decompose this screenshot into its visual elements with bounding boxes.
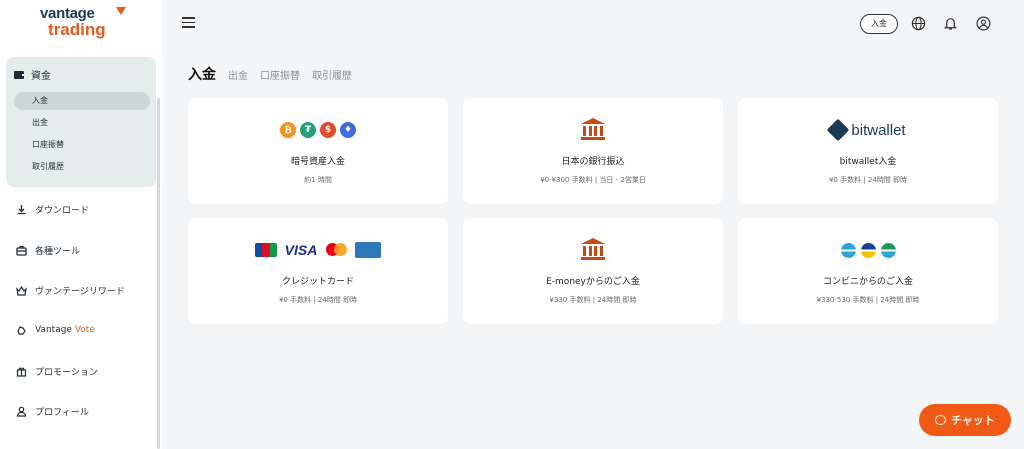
usd-coin-icon: $ bbox=[320, 122, 336, 138]
vote-label-b: Vote bbox=[74, 325, 95, 335]
sidebar-item-profile[interactable]: プロフィール bbox=[16, 403, 89, 419]
konbini-store-icon bbox=[840, 242, 856, 258]
user-icon bbox=[16, 406, 27, 417]
konbini-icons bbox=[738, 240, 998, 260]
tab-withdraw[interactable]: 出金 bbox=[228, 67, 248, 82]
sidebar-item-promotion[interactable]: プロモーション bbox=[16, 363, 98, 379]
sidebar-item-history[interactable]: 取引履歴 bbox=[14, 158, 150, 176]
card-konbini-deposit[interactable]: コンビニからのご入金 ¥330-530 手数料 | 24時間 即時 bbox=[738, 218, 998, 324]
hamburger-line bbox=[182, 26, 195, 28]
sidebar-item-tools[interactable]: 各種ツール bbox=[16, 242, 80, 258]
sidebar-item-label: プロモーション bbox=[35, 367, 98, 378]
card-title: bitwallet入金 bbox=[839, 157, 897, 167]
visa-logo: VISA bbox=[284, 242, 318, 258]
card-info: ¥330 手数料 | 24時間 即時 bbox=[549, 296, 637, 304]
sidebar-item-label: 各種ツール bbox=[35, 246, 81, 257]
bitwallet-logo-wrap: bitwallet bbox=[738, 118, 998, 142]
bitwallet-logo: bitwallet bbox=[827, 118, 906, 142]
crypto-icons: ₿ ₮ $ ♦ bbox=[188, 120, 448, 140]
credit-card-logos: VISA bbox=[188, 240, 448, 260]
sidebar-item-vantage-vote[interactable]: Vantage Vote bbox=[16, 322, 95, 338]
logo-triangle-icon bbox=[116, 7, 126, 15]
card-info: ¥0-¥300 手数料 | 当日 - 2営業日 bbox=[540, 176, 646, 184]
bank-icon bbox=[581, 238, 605, 260]
bank-icon bbox=[581, 118, 605, 140]
vote-icon bbox=[17, 325, 26, 335]
gift-icon bbox=[16, 367, 27, 377]
sidebar-item-transfer[interactable]: 口座振替 bbox=[14, 136, 150, 154]
tab-history[interactable]: 取引履歴 bbox=[312, 67, 352, 82]
konbini-store-icon bbox=[880, 242, 896, 258]
mastercard-logo-icon bbox=[325, 243, 349, 257]
bell-icon[interactable] bbox=[943, 16, 958, 31]
card-credit-card-deposit[interactable]: VISA クレジットカード ¥0 手数料 | 24時間 即時 bbox=[188, 218, 448, 324]
card-title: 暗号資産入金 bbox=[290, 157, 345, 167]
bitcoin-icon: ₿ bbox=[280, 122, 296, 138]
konbini-store-icon bbox=[860, 242, 876, 258]
jcb-block bbox=[255, 243, 263, 257]
tab-transfer[interactable]: 口座振替 bbox=[260, 67, 300, 82]
vantage-logo[interactable]: vantage trading bbox=[40, 6, 130, 42]
card-bitwallet-deposit[interactable]: bitwallet bitwallet入金 ¥0 手数料 | 24時間 即時 bbox=[738, 98, 998, 204]
globe-icon[interactable] bbox=[911, 16, 926, 31]
jcb-block bbox=[262, 243, 270, 257]
jcb-logo-icon bbox=[255, 243, 277, 257]
sidebar-item-label: Vantage Vote bbox=[35, 325, 95, 335]
sidebar-item-rewards[interactable]: ヴァンテージリワード bbox=[16, 282, 125, 298]
bank-icon-wrap bbox=[463, 116, 723, 142]
toolbox-icon bbox=[16, 245, 27, 256]
sidebar-item-label: ヴァンテージリワード bbox=[35, 286, 125, 297]
chat-label: チャット bbox=[951, 414, 995, 427]
ethereum-icon: ♦ bbox=[340, 122, 356, 138]
tab-deposit[interactable]: 入金 bbox=[188, 64, 216, 84]
deposit-button[interactable]: 入金 bbox=[860, 14, 898, 34]
mastercard-circle bbox=[334, 243, 347, 256]
hamburger-line bbox=[182, 17, 195, 19]
hamburger-line bbox=[182, 21, 195, 23]
chat-button[interactable]: チャット bbox=[919, 404, 1011, 436]
sidebar-item-label: プロフィール bbox=[35, 407, 89, 418]
card-info: 約1 時間 bbox=[304, 176, 332, 184]
logo-line2: trading bbox=[48, 20, 106, 39]
sidebar: vantage trading 資金 入金 出金 口座振替 取引履歴 ダウンロー… bbox=[0, 0, 162, 449]
card-title: クレジットカード bbox=[281, 277, 354, 287]
card-title: 日本の銀行振込 bbox=[561, 157, 625, 167]
funds-menu-label: 資金 bbox=[31, 71, 51, 82]
sidebar-item-withdraw[interactable]: 出金 bbox=[14, 114, 150, 132]
chat-bubble-icon bbox=[935, 415, 947, 425]
card-title: E-moneyからのご入金 bbox=[546, 277, 640, 287]
bank-icon-wrap bbox=[463, 236, 723, 262]
card-info: ¥330-530 手数料 | 24時間 即時 bbox=[816, 296, 920, 304]
download-icon bbox=[17, 204, 26, 214]
amex-logo-icon bbox=[355, 242, 381, 258]
sidebar-scrollbar[interactable] bbox=[157, 98, 160, 449]
account-icon[interactable] bbox=[976, 16, 991, 31]
card-crypto-deposit[interactable]: ₿ ₮ $ ♦ 暗号資産入金 約1 時間 bbox=[188, 98, 448, 204]
card-jp-bank-transfer[interactable]: 日本の銀行振込 ¥0-¥300 手数料 | 当日 - 2営業日 bbox=[463, 98, 723, 204]
sidebar-item-label: ダウンロード bbox=[35, 205, 90, 216]
card-info: ¥0 手数料 | 24時間 即時 bbox=[278, 296, 358, 304]
bitwallet-mark-icon bbox=[827, 118, 850, 142]
menu-toggle-button[interactable] bbox=[182, 17, 195, 28]
funds-menu-group: 資金 入金 出金 口座振替 取引履歴 bbox=[6, 57, 156, 187]
tether-icon: ₮ bbox=[300, 122, 316, 138]
wallet-icon bbox=[14, 70, 25, 79]
card-emoney-deposit[interactable]: E-moneyからのご入金 ¥330 手数料 | 24時間 即時 bbox=[463, 218, 723, 324]
funds-tabs: 入金 出金 口座振替 取引履歴 bbox=[188, 64, 352, 84]
funds-menu-header[interactable]: 資金 bbox=[14, 67, 51, 82]
bitwallet-logo-text: bitwallet bbox=[851, 121, 906, 139]
vote-label-a: Vantage bbox=[35, 325, 75, 335]
jcb-block bbox=[269, 243, 277, 257]
konbini-logos bbox=[840, 242, 896, 258]
sidebar-item-deposit[interactable]: 入金 bbox=[14, 92, 150, 110]
card-title: コンビニからのご入金 bbox=[822, 277, 913, 287]
sidebar-item-download[interactable]: ダウンロード bbox=[16, 201, 89, 217]
card-info: ¥0 手数料 | 24時間 即時 bbox=[828, 176, 908, 184]
reward-icon bbox=[16, 285, 27, 296]
